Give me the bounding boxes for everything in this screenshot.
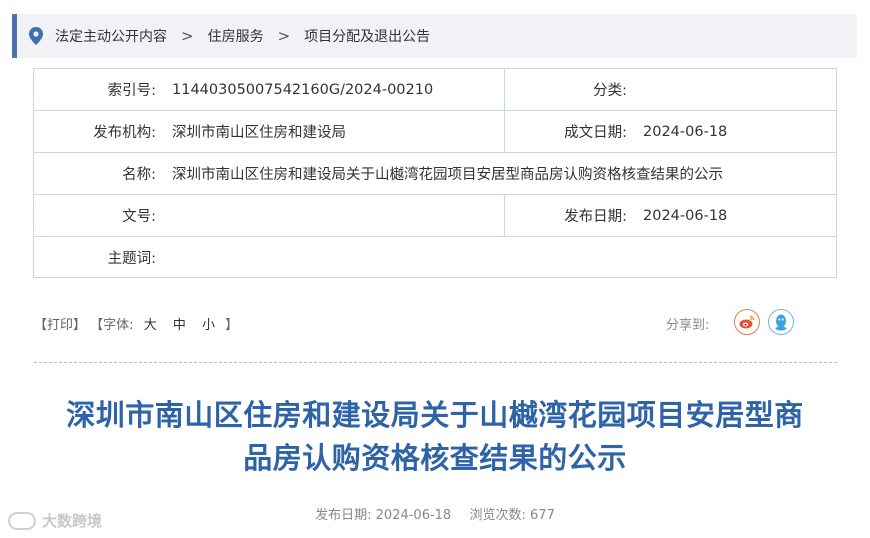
location-pin-icon (29, 27, 43, 45)
breadcrumb-separator: > (181, 27, 194, 45)
watermark-logo-icon (8, 511, 36, 530)
font-large-button[interactable]: 大 (144, 318, 157, 333)
view-count-value: 677 (530, 508, 555, 523)
metadata-row-name: 名称: 深圳市南山区住房和建设局关于山樾湾花园项目安居型商品房认购资格核查结果的… (34, 153, 836, 195)
publish-date-value: 2024-06-18 (375, 508, 452, 523)
published-date-value: 2024-06-18 (643, 207, 728, 224)
article-title-line-1: 深圳市南山区住房和建设局关于山樾湾花园项目安居型商 (66, 398, 804, 432)
index-value: 11440305007542160G/2024-00210 (172, 81, 434, 98)
name-label: 名称: (122, 167, 156, 183)
metadata-row-doc-number: 文号: 发布日期: 2024-06-18 (34, 195, 836, 237)
created-date-value: 2024-06-18 (643, 123, 728, 140)
font-small-button[interactable]: 小 (202, 318, 215, 333)
qq-icon (775, 314, 787, 331)
created-date-label: 成文日期: (564, 125, 627, 141)
breadcrumb-item-public-content[interactable]: 法定主动公开内容 (55, 26, 167, 46)
article-info: 发布日期: 2024-06-18 浏览次数: 677 (0, 504, 870, 523)
font-medium-button[interactable]: 中 (173, 318, 186, 333)
view-count-label: 浏览次数: (469, 508, 526, 523)
category-label: 分类: (593, 83, 627, 99)
content-divider (34, 362, 837, 363)
qq-share-button[interactable] (768, 309, 794, 335)
publisher-label: 发布机构: (93, 125, 156, 141)
index-label: 索引号: (107, 83, 156, 99)
document-metadata-table: 索引号: 11440305007542160G/2024-00210 分类: 发… (33, 68, 837, 278)
metadata-row-keywords: 主题词: (34, 237, 836, 278)
breadcrumb-separator: > (277, 27, 291, 45)
weibo-share-button[interactable] (734, 309, 760, 335)
published-date-label: 发布日期: (564, 209, 627, 225)
doc-number-label: 文号: (122, 209, 156, 225)
article-tools: 【打印】 【字体: 大 中 小 】 (34, 314, 238, 333)
article-title: 深圳市南山区住房和建设局关于山樾湾花园项目安居型商 品房认购资格核查结果的公示 (20, 394, 850, 480)
watermark-text: 大数跨境 (42, 512, 103, 530)
keywords-value (156, 237, 172, 278)
breadcrumb: 法定主动公开内容 > 住房服务 > 项目分配及退出公告 (12, 14, 857, 58)
article-title-line-2: 品房认购资格核查结果的公示 (243, 441, 627, 475)
breadcrumb-item-housing-service[interactable]: 住房服务 (208, 26, 264, 46)
category-value (627, 69, 643, 110)
font-size-suffix: 】 (225, 318, 239, 333)
breadcrumb-item-allocation-notice[interactable]: 项目分配及退出公告 (304, 26, 430, 46)
publish-date-label: 发布日期: (315, 508, 372, 523)
metadata-row-publisher: 发布机构: 深圳市南山区住房和建设局 成文日期: 2024-06-18 (34, 111, 836, 153)
weibo-icon (739, 315, 755, 329)
watermark: 大数跨境 (8, 510, 102, 531)
share-label: 分享到: (666, 318, 710, 333)
keywords-label: 主题词: (107, 251, 156, 267)
publisher-value: 深圳市南山区住房和建设局 (172, 125, 346, 141)
metadata-row-index: 索引号: 11440305007542160G/2024-00210 分类: (34, 69, 836, 111)
name-value: 深圳市南山区住房和建设局关于山樾湾花园项目安居型商品房认购资格核查结果的公示 (172, 167, 723, 183)
doc-number-value (156, 195, 504, 236)
print-button[interactable]: 【打印】 (34, 318, 86, 333)
font-size-prefix: 【字体: (90, 318, 134, 333)
